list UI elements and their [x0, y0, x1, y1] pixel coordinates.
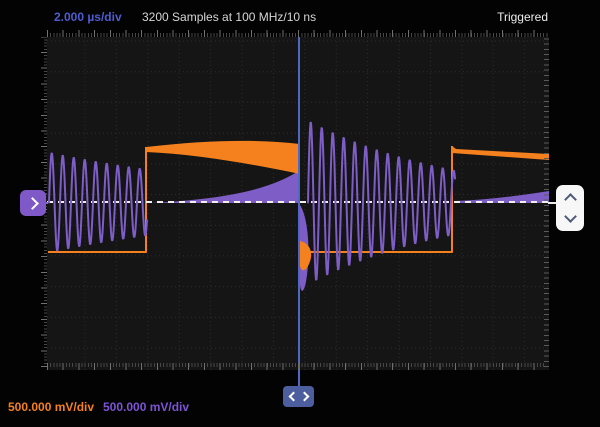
plot-area[interactable] — [47, 37, 549, 370]
trigger-level-handle[interactable] — [20, 190, 46, 216]
vertical-offset-control[interactable] — [556, 185, 584, 231]
samples-info-label: 3200 Samples at 100 MHz/10 ns — [142, 10, 316, 24]
chevron-down-icon — [564, 210, 577, 223]
chevron-left-icon — [288, 392, 298, 402]
chevron-right-icon — [26, 197, 39, 210]
chevron-right-icon — [299, 392, 309, 402]
channel1-scale-label: 500.000 mV/div — [8, 400, 94, 415]
timebase-label: 2.000 µs/div — [54, 10, 122, 24]
chevron-up-icon — [564, 193, 577, 206]
trigger-status-label: Triggered — [497, 10, 548, 24]
oscilloscope-window: 2.000 µs/div 3200 Samples at 100 MHz/10 … — [0, 0, 600, 427]
bottom-ruler — [47, 363, 545, 370]
trigger-position-line-extension — [298, 370, 300, 386]
channel2-scale-label: 500.000 mV/div — [103, 400, 189, 415]
horizontal-position-handle[interactable] — [283, 386, 314, 407]
offset-down-button[interactable] — [563, 213, 577, 223]
offset-up-button[interactable] — [563, 194, 577, 204]
waveform-canvas — [47, 37, 549, 370]
top-ruler — [47, 30, 549, 37]
